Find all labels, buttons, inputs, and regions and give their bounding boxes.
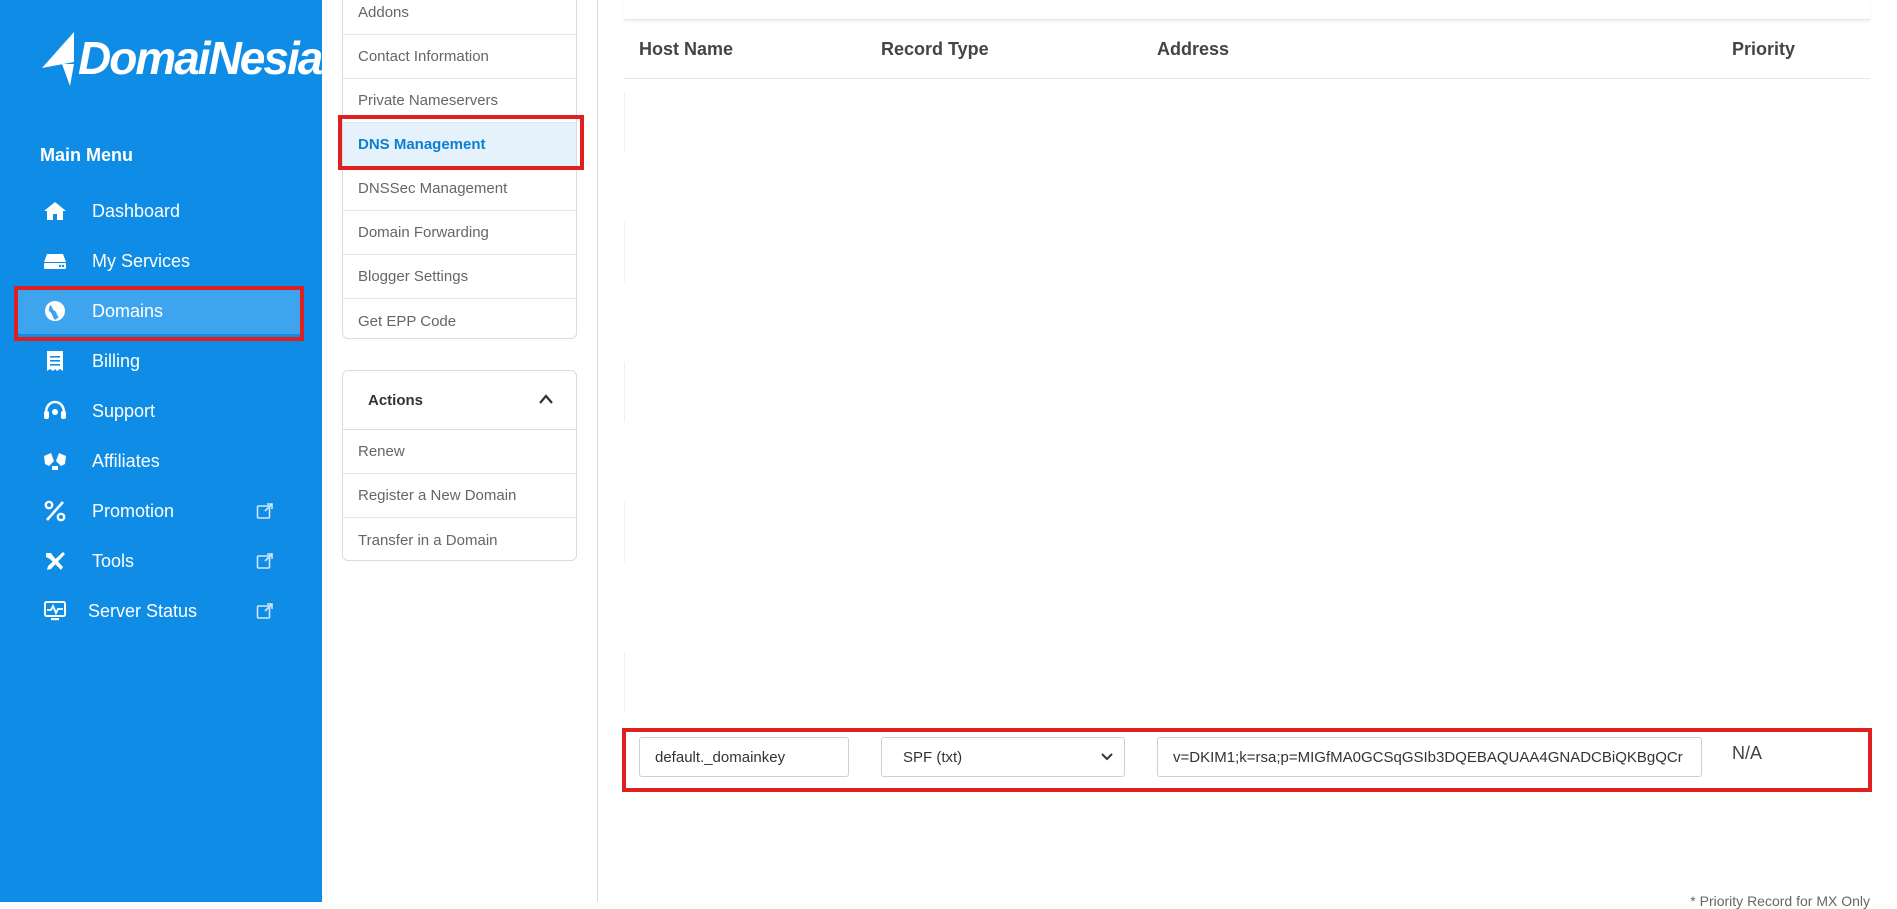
header-priority: Priority [1732, 39, 1796, 59]
highlight-box-dns-record [622, 728, 1872, 792]
dns-table-header: Host Name Record Type Address Priority [624, 20, 1870, 79]
headset-icon [42, 399, 68, 423]
sidebar-item-affiliates[interactable]: Affiliates [18, 438, 302, 484]
sidebar-item-promotion[interactable]: Promotion [18, 488, 302, 534]
server-icon [42, 249, 68, 273]
external-link-icon [256, 503, 273, 519]
table-top-edge [624, 0, 1870, 20]
sidebar-item-server-status[interactable]: Server Status [18, 588, 302, 634]
submenu-item-dnssec-management[interactable]: DNSSec Management [343, 167, 576, 211]
action-transfer-domain[interactable]: Transfer in a Domain [343, 518, 576, 562]
sidebar-item-label: Support [92, 400, 156, 421]
actions-header[interactable]: Actions [343, 371, 576, 430]
brand-logo[interactable]: DomaiNesia [40, 28, 323, 88]
affiliates-icon [42, 449, 68, 473]
header-address: Address [1157, 39, 1230, 59]
sidebar-item-label: Billing [92, 350, 141, 371]
row-separator [624, 362, 625, 422]
external-link-icon [256, 603, 273, 619]
submenu-item-get-epp-code[interactable]: Get EPP Code [343, 299, 576, 343]
sidebar-item-billing[interactable]: Billing [18, 338, 302, 384]
main-menu-title: Main Menu [40, 145, 133, 165]
sidebar-item-label: Server Status [88, 600, 198, 621]
monitor-icon [42, 599, 68, 623]
action-register-new-domain[interactable]: Register a New Domain [343, 474, 576, 518]
actions-panel: Actions Renew Register a New Domain Tran… [342, 370, 577, 561]
submenu-item-contact-information[interactable]: Contact Information [343, 35, 576, 79]
sidebar-item-support[interactable]: Support [18, 388, 302, 434]
main-menu: Dashboard My Services Domains Billing Su… [18, 188, 302, 638]
sidebar-item-dashboard[interactable]: Dashboard [18, 188, 302, 234]
sidebar-item-label: Affiliates [92, 450, 160, 471]
content-divider [597, 0, 598, 902]
submenu-item-addons[interactable]: Addons [343, 0, 576, 35]
highlight-box-domains [14, 286, 304, 341]
sidebar-item-label: Tools [92, 550, 135, 571]
row-separator [624, 92, 625, 152]
chevron-up-icon [539, 394, 553, 404]
highlight-box-dns-management [338, 115, 584, 170]
logo-arrow-icon [42, 32, 74, 86]
tools-icon [42, 549, 68, 573]
header-record-type: Record Type [881, 39, 989, 59]
row-separator [624, 222, 625, 282]
home-icon [42, 199, 68, 223]
submenu-item-blogger-settings[interactable]: Blogger Settings [343, 255, 576, 299]
sidebar-item-label: Promotion [92, 500, 175, 521]
submenu-item-domain-forwarding[interactable]: Domain Forwarding [343, 211, 576, 255]
action-renew[interactable]: Renew [343, 430, 576, 474]
sidebar-item-label: Dashboard [92, 200, 181, 221]
sidebar-item-tools[interactable]: Tools [18, 538, 302, 584]
brand-name: DomaiNesia [78, 32, 323, 84]
receipt-icon [42, 349, 68, 373]
header-host-name: Host Name [639, 39, 734, 59]
priority-footnote: * Priority Record for MX Only [1690, 893, 1870, 909]
sidebar-item-label: My Services [92, 250, 191, 271]
external-link-icon [256, 553, 273, 569]
percent-icon [42, 499, 68, 523]
row-separator [624, 652, 625, 712]
row-separator [624, 502, 625, 562]
actions-title: Actions [368, 391, 424, 409]
sidebar-item-my-services[interactable]: My Services [18, 238, 302, 284]
sidebar: DomaiNesia Main Menu Dashboard My Servic… [0, 0, 323, 902]
